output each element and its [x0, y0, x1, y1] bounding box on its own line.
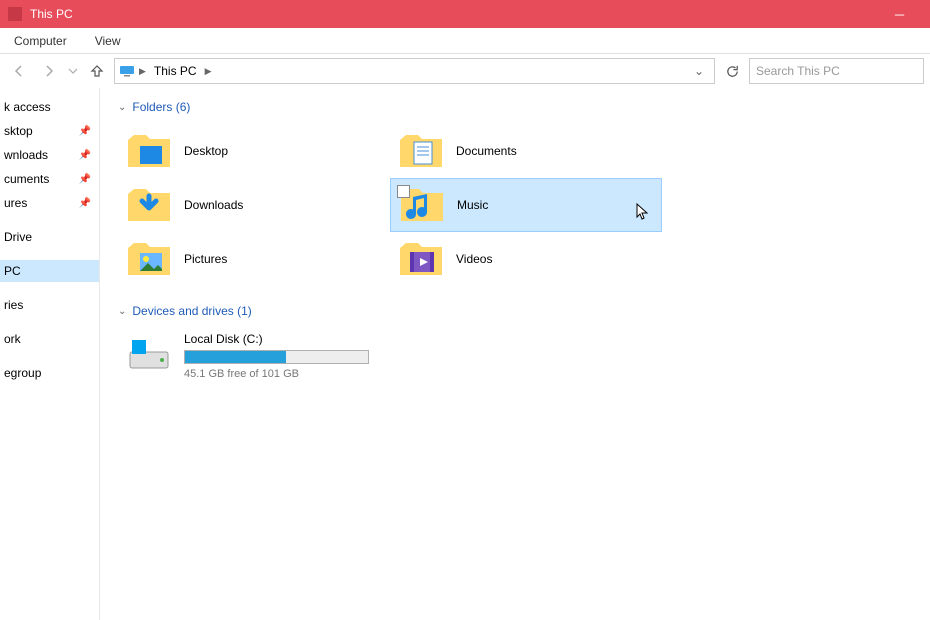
- chevron-right-icon[interactable]: ▶: [205, 66, 212, 77]
- breadcrumb-segment[interactable]: This PC: [150, 64, 201, 78]
- folder-label: Videos: [456, 252, 492, 266]
- menu-view[interactable]: View: [81, 34, 135, 48]
- search-placeholder: Search This PC: [756, 64, 840, 78]
- pin-icon: 📌: [79, 174, 91, 185]
- chevron-down-icon: ⌄: [118, 306, 126, 317]
- folder-label: Documents: [456, 144, 517, 158]
- nav-up-button[interactable]: [84, 58, 110, 84]
- section-header-folders[interactable]: ⌄ Folders (6): [118, 100, 930, 114]
- folders-grid: Desktop Documents Downloads Music: [118, 124, 930, 286]
- menubar: Computer View: [0, 28, 930, 54]
- breadcrumb[interactable]: ▶ This PC ▶ ⌄: [114, 58, 715, 84]
- drive-label: Local Disk (C:): [184, 332, 369, 346]
- sidebar-item-quick-access[interactable]: k access: [0, 96, 99, 118]
- main-content: ⌄ Folders (6) Desktop Documents Dow: [100, 88, 930, 620]
- sidebar: k access sktop📌 wnloads📌 cuments📌 ures📌 …: [0, 88, 100, 620]
- pictures-folder-icon: [126, 238, 172, 280]
- sidebar-item-homegroup[interactable]: egroup: [0, 362, 99, 384]
- refresh-button[interactable]: [719, 58, 745, 84]
- nav-back-button[interactable]: [6, 58, 32, 84]
- section-title: Folders (6): [132, 100, 190, 114]
- pin-icon: 📌: [79, 198, 91, 209]
- sidebar-item-pictures[interactable]: ures📌: [0, 192, 99, 214]
- minimize-button[interactable]: ─: [877, 0, 922, 28]
- pin-icon: 📌: [79, 126, 91, 137]
- sidebar-item-downloads[interactable]: wnloads📌: [0, 144, 99, 166]
- sidebar-item-network[interactable]: ork: [0, 328, 99, 350]
- cursor-icon: [636, 203, 650, 221]
- address-bar: ▶ This PC ▶ ⌄ Search This PC: [0, 54, 930, 88]
- selection-checkbox[interactable]: [397, 185, 410, 198]
- sidebar-item-documents[interactable]: cuments📌: [0, 168, 99, 190]
- folder-label: Downloads: [184, 198, 243, 212]
- chevron-right-icon: ▶: [139, 66, 146, 77]
- folder-pictures[interactable]: Pictures: [118, 232, 390, 286]
- folder-downloads[interactable]: Downloads: [118, 178, 390, 232]
- sidebar-item-libraries[interactable]: ries: [0, 294, 99, 316]
- drive-local-disk-c[interactable]: Local Disk (C:) 45.1 GB free of 101 GB: [118, 328, 930, 384]
- drive-free-text: 45.1 GB free of 101 GB: [184, 368, 369, 380]
- titlebar: This PC ─: [0, 0, 930, 28]
- sidebar-item-desktop[interactable]: sktop📌: [0, 120, 99, 142]
- folder-documents[interactable]: Documents: [390, 124, 662, 178]
- this-pc-icon: [119, 63, 135, 79]
- documents-folder-icon: [398, 130, 444, 172]
- menu-computer[interactable]: Computer: [0, 34, 81, 48]
- sidebar-item-this-pc[interactable]: PC: [0, 260, 99, 282]
- folder-label: Music: [457, 198, 488, 212]
- folder-desktop[interactable]: Desktop: [118, 124, 390, 178]
- drive-icon: [126, 332, 172, 374]
- sidebar-item-drive[interactable]: Drive: [0, 226, 99, 248]
- folder-music[interactable]: Music: [390, 178, 662, 232]
- section-header-drives[interactable]: ⌄ Devices and drives (1): [118, 304, 930, 318]
- nav-forward-button[interactable]: [36, 58, 62, 84]
- downloads-folder-icon: [126, 184, 172, 226]
- videos-folder-icon: [398, 238, 444, 280]
- desktop-folder-icon: [126, 130, 172, 172]
- folder-videos[interactable]: Videos: [390, 232, 662, 286]
- nav-recent-dropdown[interactable]: [66, 58, 80, 84]
- folder-label: Desktop: [184, 144, 228, 158]
- app-icon: [8, 7, 22, 21]
- pin-icon: 📌: [79, 150, 91, 161]
- folder-label: Pictures: [184, 252, 227, 266]
- address-dropdown-button[interactable]: ⌄: [688, 64, 710, 78]
- drive-usage-bar: [184, 350, 369, 364]
- section-title: Devices and drives (1): [132, 304, 251, 318]
- window-title: This PC: [30, 7, 73, 21]
- search-input[interactable]: Search This PC: [749, 58, 924, 84]
- chevron-down-icon: ⌄: [118, 102, 126, 113]
